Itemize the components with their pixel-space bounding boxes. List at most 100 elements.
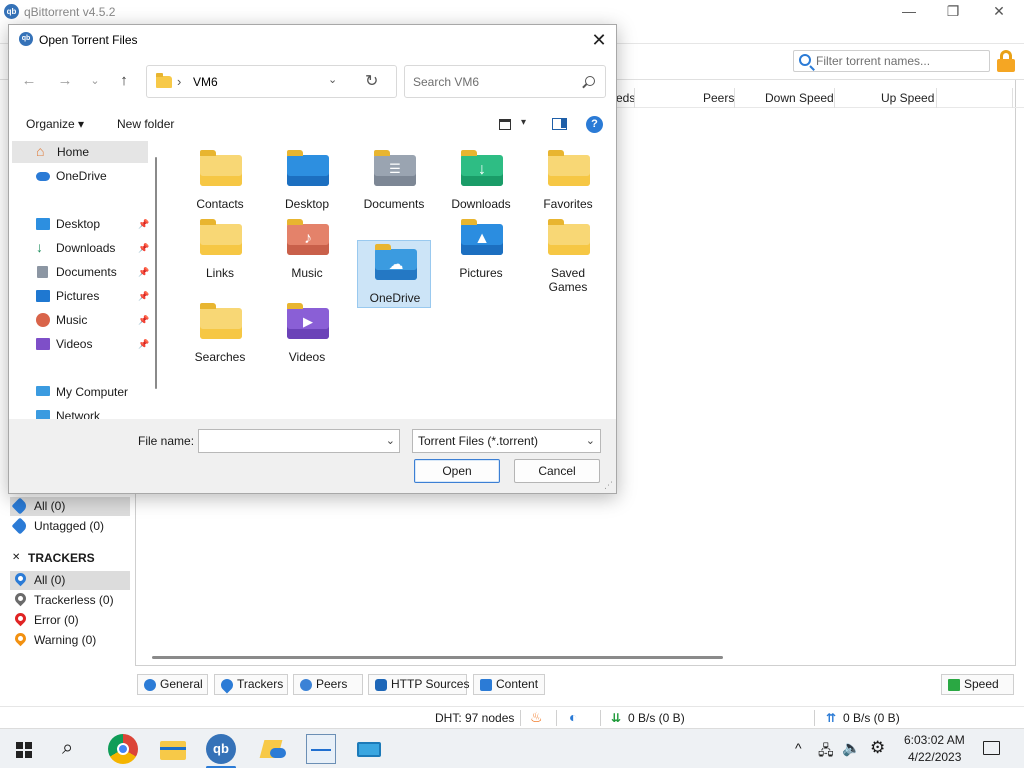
tab-trackers[interactable]: Trackers [214,674,288,695]
connection-status-icon[interactable]: ◐ [569,709,577,725]
folder-videos[interactable]: ▶ Videos [270,300,344,366]
pin-icon[interactable]: 📌 [138,309,149,331]
folder-desktop[interactable]: Desktop [270,147,344,213]
nav-desktop[interactable]: Desktop 📌 [12,213,149,235]
virtual-machine-icon[interactable] [354,734,384,764]
folder-documents[interactable]: ☰ Documents [357,147,431,213]
column-header-peers[interactable]: Peers [703,91,734,105]
clock-time[interactable]: 6:03:02 AM [904,733,965,747]
notifications-icon[interactable] [983,741,1000,755]
folder-links[interactable]: Links [183,216,257,282]
network-tray-icon[interactable]: 🖧 [818,740,834,764]
forward-arrow-icon[interactable]: → [53,69,77,93]
filter-torrent-input[interactable] [816,51,986,71]
qbittorrent-taskbar-icon[interactable]: qb [206,734,236,764]
clock-date[interactable]: 4/22/2023 [908,750,961,764]
pin-icon[interactable]: 📌 [138,213,149,235]
chevron-down-icon[interactable]: ⌄ [328,73,337,86]
search-folder-input[interactable] [413,74,573,90]
search-icon[interactable]: ⌕ [62,737,73,760]
address-bar[interactable]: › VM6 ⌄ ↻ [146,65,397,98]
dialog-close-button[interactable]: ✕ [586,27,612,53]
download-speed-status[interactable]: 0 B/s (0 B) [628,711,685,725]
resize-grip-icon[interactable]: ⋰ [604,480,613,491]
tag-untagged[interactable]: Untagged (0) [10,517,130,536]
minimize-button[interactable]: — [886,0,932,24]
upload-speed-status[interactable]: 0 B/s (0 B) [843,711,900,725]
chevron-right-icon[interactable]: › [177,74,181,89]
tag-all[interactable]: All (0) [10,497,130,516]
lock-icon[interactable] [997,50,1015,72]
tracker-trackerless[interactable]: Trackerless (0) [10,590,130,610]
view-options-icon[interactable] [499,119,511,130]
nav-documents[interactable]: Documents 📌 [12,261,149,283]
fire-icon[interactable]: ♨ [530,709,543,726]
nav-home[interactable]: ⌂ Home [12,141,148,163]
file-name-combobox[interactable]: ⌄ [198,429,400,453]
drive-app-icon[interactable] [258,734,288,764]
file-type-select[interactable]: Torrent Files (*.torrent) ⌄ [412,429,601,453]
file-name-input[interactable] [203,433,373,449]
chrome-icon[interactable] [108,734,138,764]
nav-music[interactable]: Music 📌 [12,309,149,331]
nav-videos[interactable]: Videos 📌 [12,333,149,355]
nav-pane-scrollbar[interactable] [155,157,157,389]
search-icon[interactable] [585,76,595,86]
folder-downloads[interactable]: ↓ Downloads [444,147,518,213]
nav-downloads[interactable]: ↓ Downloads 📌 [12,237,149,259]
nav-my-computer[interactable]: My Computer [12,381,148,403]
refresh-icon[interactable]: ↻ [365,71,378,91]
tracker-warning[interactable]: Warning (0) [10,630,130,650]
horizontal-scrollbar[interactable] [152,656,723,659]
search-folder-box[interactable] [404,65,606,98]
pin-icon[interactable]: 📌 [138,333,149,355]
up-arrow-icon[interactable]: ↑ [112,69,136,93]
nav-onedrive[interactable]: OneDrive [12,165,148,187]
address-path[interactable]: VM6 [193,75,218,89]
trackers-heading[interactable]: ✕ TRACKERS [10,548,130,568]
nav-pictures[interactable]: Pictures 📌 [12,285,149,307]
folder-pictures[interactable]: ▲ Pictures [444,216,518,282]
open-button[interactable]: Open [414,459,500,483]
show-hidden-icons-chevron-icon[interactable]: ^ [795,740,802,756]
maximize-button[interactable]: ❐ [930,0,976,24]
column-header-up-speed[interactable]: Up Speed [881,91,934,105]
pin-icon[interactable]: 📌 [138,237,149,259]
folder-searches[interactable]: Searches [183,300,257,366]
folder-favorites[interactable]: Favorites [531,147,605,213]
volume-icon[interactable]: 🔈 [842,739,861,757]
chevron-down-icon[interactable]: ⌄ [586,430,595,452]
back-arrow-icon[interactable]: ← [17,69,41,93]
column-header-seeds[interactable]: eds [616,91,635,105]
folder-saved-games[interactable]: Saved Games [531,216,605,298]
tab-general[interactable]: General [137,674,208,695]
tab-http-sources[interactable]: HTTP Sources [368,674,469,695]
tab-content[interactable]: Content [473,674,545,695]
close-window-button[interactable]: ✕ [976,0,1022,24]
new-folder-button[interactable]: New folder [117,117,174,131]
folder-contacts[interactable]: Contacts [183,147,257,213]
filter-torrent-box[interactable] [793,50,990,72]
tab-peers[interactable]: Peers [293,674,363,695]
performance-monitor-icon[interactable] [306,734,336,764]
tracker-all[interactable]: All (0) [10,570,130,590]
column-header-down-speed[interactable]: Down Speed [765,91,834,105]
folder-music[interactable]: ♪ Music [270,216,344,282]
pin-icon[interactable]: 📌 [138,285,149,307]
nav-network[interactable]: Network [12,405,148,419]
cancel-button[interactable]: Cancel [514,459,600,483]
organize-menu[interactable]: Organize ▾ [26,117,84,131]
speed-tab[interactable]: Speed [941,674,1014,695]
recent-locations-chevron-icon[interactable]: ⌄ [83,69,107,93]
chevron-down-icon[interactable]: ▾ [521,117,526,128]
preview-pane-icon[interactable] [552,118,567,130]
settings-gear-icon[interactable]: ⚙ [870,738,885,758]
help-icon[interactable]: ? [586,116,603,133]
folder-onedrive[interactable]: ☁ OneDrive [357,240,431,308]
chevron-down-icon[interactable]: ⌄ [386,434,395,447]
folder-label: Favorites [543,197,593,211]
pin-icon[interactable]: 📌 [138,261,149,283]
tracker-error[interactable]: Error (0) [10,610,130,630]
start-windows-icon[interactable] [16,742,32,758]
file-explorer-icon[interactable] [158,734,188,764]
